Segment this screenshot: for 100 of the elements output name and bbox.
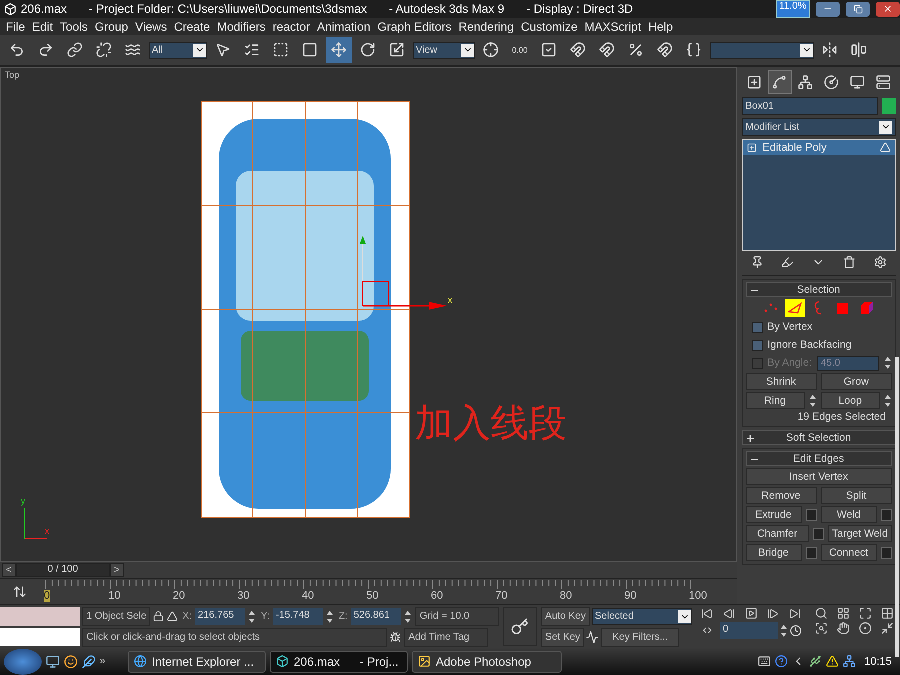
object-name-field[interactable]: Box01 xyxy=(742,97,878,115)
start-button[interactable] xyxy=(4,648,42,674)
menu-item[interactable]: Create xyxy=(171,20,214,34)
configure-sets-icon[interactable] xyxy=(874,256,888,269)
pin-stack-icon[interactable] xyxy=(750,256,764,269)
selection-button[interactable]: Shrink xyxy=(746,373,817,390)
spinner-arrows-icon[interactable] xyxy=(404,610,412,624)
modifier-stack-item[interactable]: Editable Poly xyxy=(742,140,895,155)
previous-frame-button[interactable]: < xyxy=(2,563,16,577)
menu-item[interactable]: Help xyxy=(645,20,678,34)
set-keys-button[interactable] xyxy=(502,607,538,646)
selection-button[interactable]: Grow xyxy=(820,373,892,390)
triangle-icon[interactable] xyxy=(166,611,178,622)
insert-vertex-button[interactable]: Insert Vertex xyxy=(746,468,892,485)
time-config-icon[interactable] xyxy=(790,624,802,636)
smiley-icon[interactable] xyxy=(64,654,78,668)
remove-modifier-icon[interactable] xyxy=(843,256,856,269)
checkbox[interactable] xyxy=(752,322,763,332)
edge-level-button[interactable] xyxy=(784,299,805,317)
menu-item[interactable]: Rendering xyxy=(456,20,518,34)
settings-button[interactable] xyxy=(881,508,892,520)
top-viewport[interactable]: Top x 加入线段 y x xyxy=(0,67,737,562)
network-icon[interactable] xyxy=(843,655,856,668)
menu-item[interactable]: Group xyxy=(92,20,132,34)
maxscript-listener-field[interactable] xyxy=(0,607,80,626)
taskbar-button[interactable]: 206.max - Proj... xyxy=(270,650,408,672)
current-frame-field[interactable]: 0 xyxy=(720,622,778,639)
settings-button[interactable] xyxy=(813,528,824,540)
menu-item[interactable]: reactor xyxy=(270,20,314,34)
zoom-all-icon[interactable] xyxy=(836,607,850,620)
rollout-header[interactable]: Edit Edges xyxy=(746,451,892,466)
menu-item[interactable]: MAXScript xyxy=(582,20,646,34)
spinner-arrows-icon[interactable] xyxy=(884,356,892,370)
rollout-header[interactable]: Selection xyxy=(746,282,892,297)
minimize-button[interactable] xyxy=(816,2,840,16)
usb-icon[interactable] xyxy=(809,655,822,668)
auto-key-button[interactable]: Auto Key xyxy=(541,607,590,626)
region-zoom-icon[interactable] xyxy=(814,622,828,635)
settings-button[interactable] xyxy=(881,546,892,558)
menu-item[interactable]: Graph Editors xyxy=(374,20,456,34)
menu-item[interactable]: Animation xyxy=(314,20,375,34)
taskbar-button[interactable]: Adobe Photoshop xyxy=(412,650,562,672)
coordinate-field[interactable]: 216.765 xyxy=(195,608,246,625)
current-frame-marker[interactable]: 0 xyxy=(44,590,50,602)
key-filters-button[interactable]: Key Filters... xyxy=(601,628,680,647)
play-icon[interactable] xyxy=(744,607,758,620)
edit-edges-button[interactable]: Chamfer xyxy=(746,525,810,542)
help-icon[interactable] xyxy=(775,655,788,668)
close-button[interactable] xyxy=(876,2,900,16)
edit-edges-button[interactable]: Bridge xyxy=(746,544,802,561)
go-to-end-icon[interactable] xyxy=(789,608,801,620)
menu-item[interactable]: File xyxy=(3,20,30,34)
scrollbar[interactable] xyxy=(895,357,899,657)
edit-edges-button[interactable]: Extrude xyxy=(746,506,802,523)
object-color-swatch[interactable] xyxy=(882,98,896,114)
spinner-arrows-icon[interactable] xyxy=(780,624,788,638)
set-key-button[interactable]: Set Key xyxy=(541,628,584,647)
selection-filter-dropdown[interactable]: All xyxy=(149,42,207,58)
go-to-start-icon[interactable] xyxy=(701,608,713,620)
checkbox[interactable] xyxy=(752,340,763,350)
spinner-arrows-icon[interactable] xyxy=(248,610,256,624)
warning-icon[interactable] xyxy=(826,655,840,668)
modifier-list-dropdown[interactable]: Modifier List xyxy=(742,118,896,136)
menu-item[interactable]: Edit xyxy=(29,20,58,34)
orbit-icon[interactable] xyxy=(858,622,872,635)
pan-hand-icon[interactable] xyxy=(836,622,850,635)
menu-item[interactable]: Modifiers xyxy=(214,20,270,34)
selection-button[interactable]: Ring xyxy=(746,392,805,409)
restore-button[interactable] xyxy=(846,2,870,16)
taskbar-button[interactable]: Internet Explorer ... xyxy=(128,650,266,672)
move-tool-button[interactable] xyxy=(326,37,352,63)
settings-button[interactable] xyxy=(806,546,817,558)
coordinate-field[interactable]: -15.748 xyxy=(272,608,323,625)
lock-icon[interactable] xyxy=(152,611,164,622)
next-key-icon[interactable] xyxy=(767,608,779,620)
menu-item[interactable]: Customize xyxy=(518,20,582,34)
reference-coordinate-dropdown[interactable]: View xyxy=(413,42,475,58)
edit-edges-button[interactable]: Remove xyxy=(746,487,817,504)
tangent-curve-icon[interactable] xyxy=(586,631,600,644)
menu-item[interactable]: Views xyxy=(132,20,172,34)
feather-icon[interactable] xyxy=(82,654,96,668)
zoom-extents-icon[interactable] xyxy=(858,607,872,620)
key-mode-dropdown[interactable]: Selected xyxy=(592,608,692,625)
previous-key-icon[interactable] xyxy=(723,608,735,620)
menu-item[interactable]: Tools xyxy=(57,20,92,34)
edit-edges-button[interactable]: Weld xyxy=(820,506,877,523)
edit-edges-button[interactable]: Target Weld xyxy=(828,525,892,542)
spinner-arrows-icon[interactable] xyxy=(326,610,334,624)
selection-button[interactable]: Loop xyxy=(820,392,880,409)
edit-edges-button[interactable]: Split xyxy=(820,487,892,504)
expand-icon[interactable] xyxy=(746,142,757,152)
settings-button[interactable] xyxy=(806,508,817,520)
modify-panel-tab[interactable] xyxy=(768,70,792,94)
viewport-label[interactable]: Top xyxy=(5,70,20,80)
next-frame-button[interactable]: > xyxy=(110,563,124,577)
add-time-tag[interactable]: Add Time Tag xyxy=(404,628,488,647)
coordinate-field[interactable]: 526.861 xyxy=(350,608,401,625)
named-selection-dropdown[interactable] xyxy=(710,42,814,58)
time-slider[interactable]: 0 / 100 xyxy=(16,563,110,577)
spinner-snap-button[interactable]: 0.00 xyxy=(507,37,533,63)
